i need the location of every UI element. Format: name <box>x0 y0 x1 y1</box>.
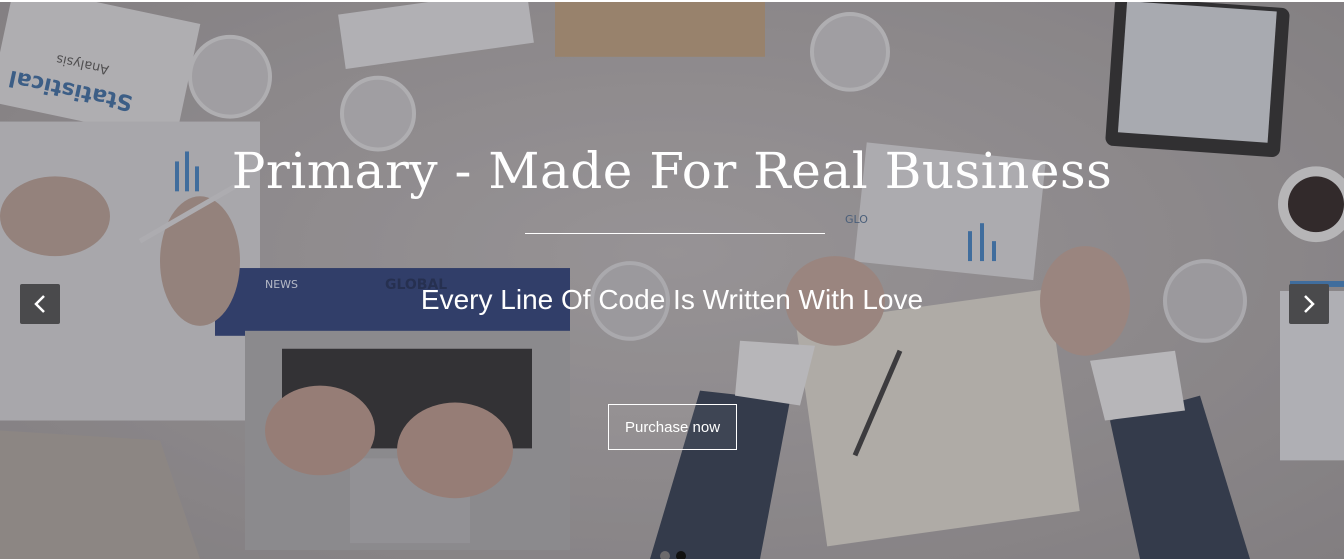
slide-subtitle: Every Line Of Code Is Written With Love <box>420 284 924 315</box>
next-slide-button[interactable] <box>1289 284 1329 324</box>
slide-title: Primary - Made For Real Business <box>231 142 1113 200</box>
chevron-left-icon <box>34 295 45 313</box>
chevron-right-icon <box>1304 295 1315 313</box>
slide-dot-1[interactable] <box>660 551 670 559</box>
slide-indicators <box>660 551 686 559</box>
title-divider <box>525 233 825 234</box>
slide-dot-2[interactable] <box>676 551 686 559</box>
prev-slide-button[interactable] <box>20 284 60 324</box>
dark-overlay <box>0 2 1344 559</box>
hero-slider: Statistical Analysis NEWS GLOBAL GLO Pri… <box>0 0 1344 559</box>
purchase-now-button[interactable]: Purchase now <box>608 404 737 450</box>
